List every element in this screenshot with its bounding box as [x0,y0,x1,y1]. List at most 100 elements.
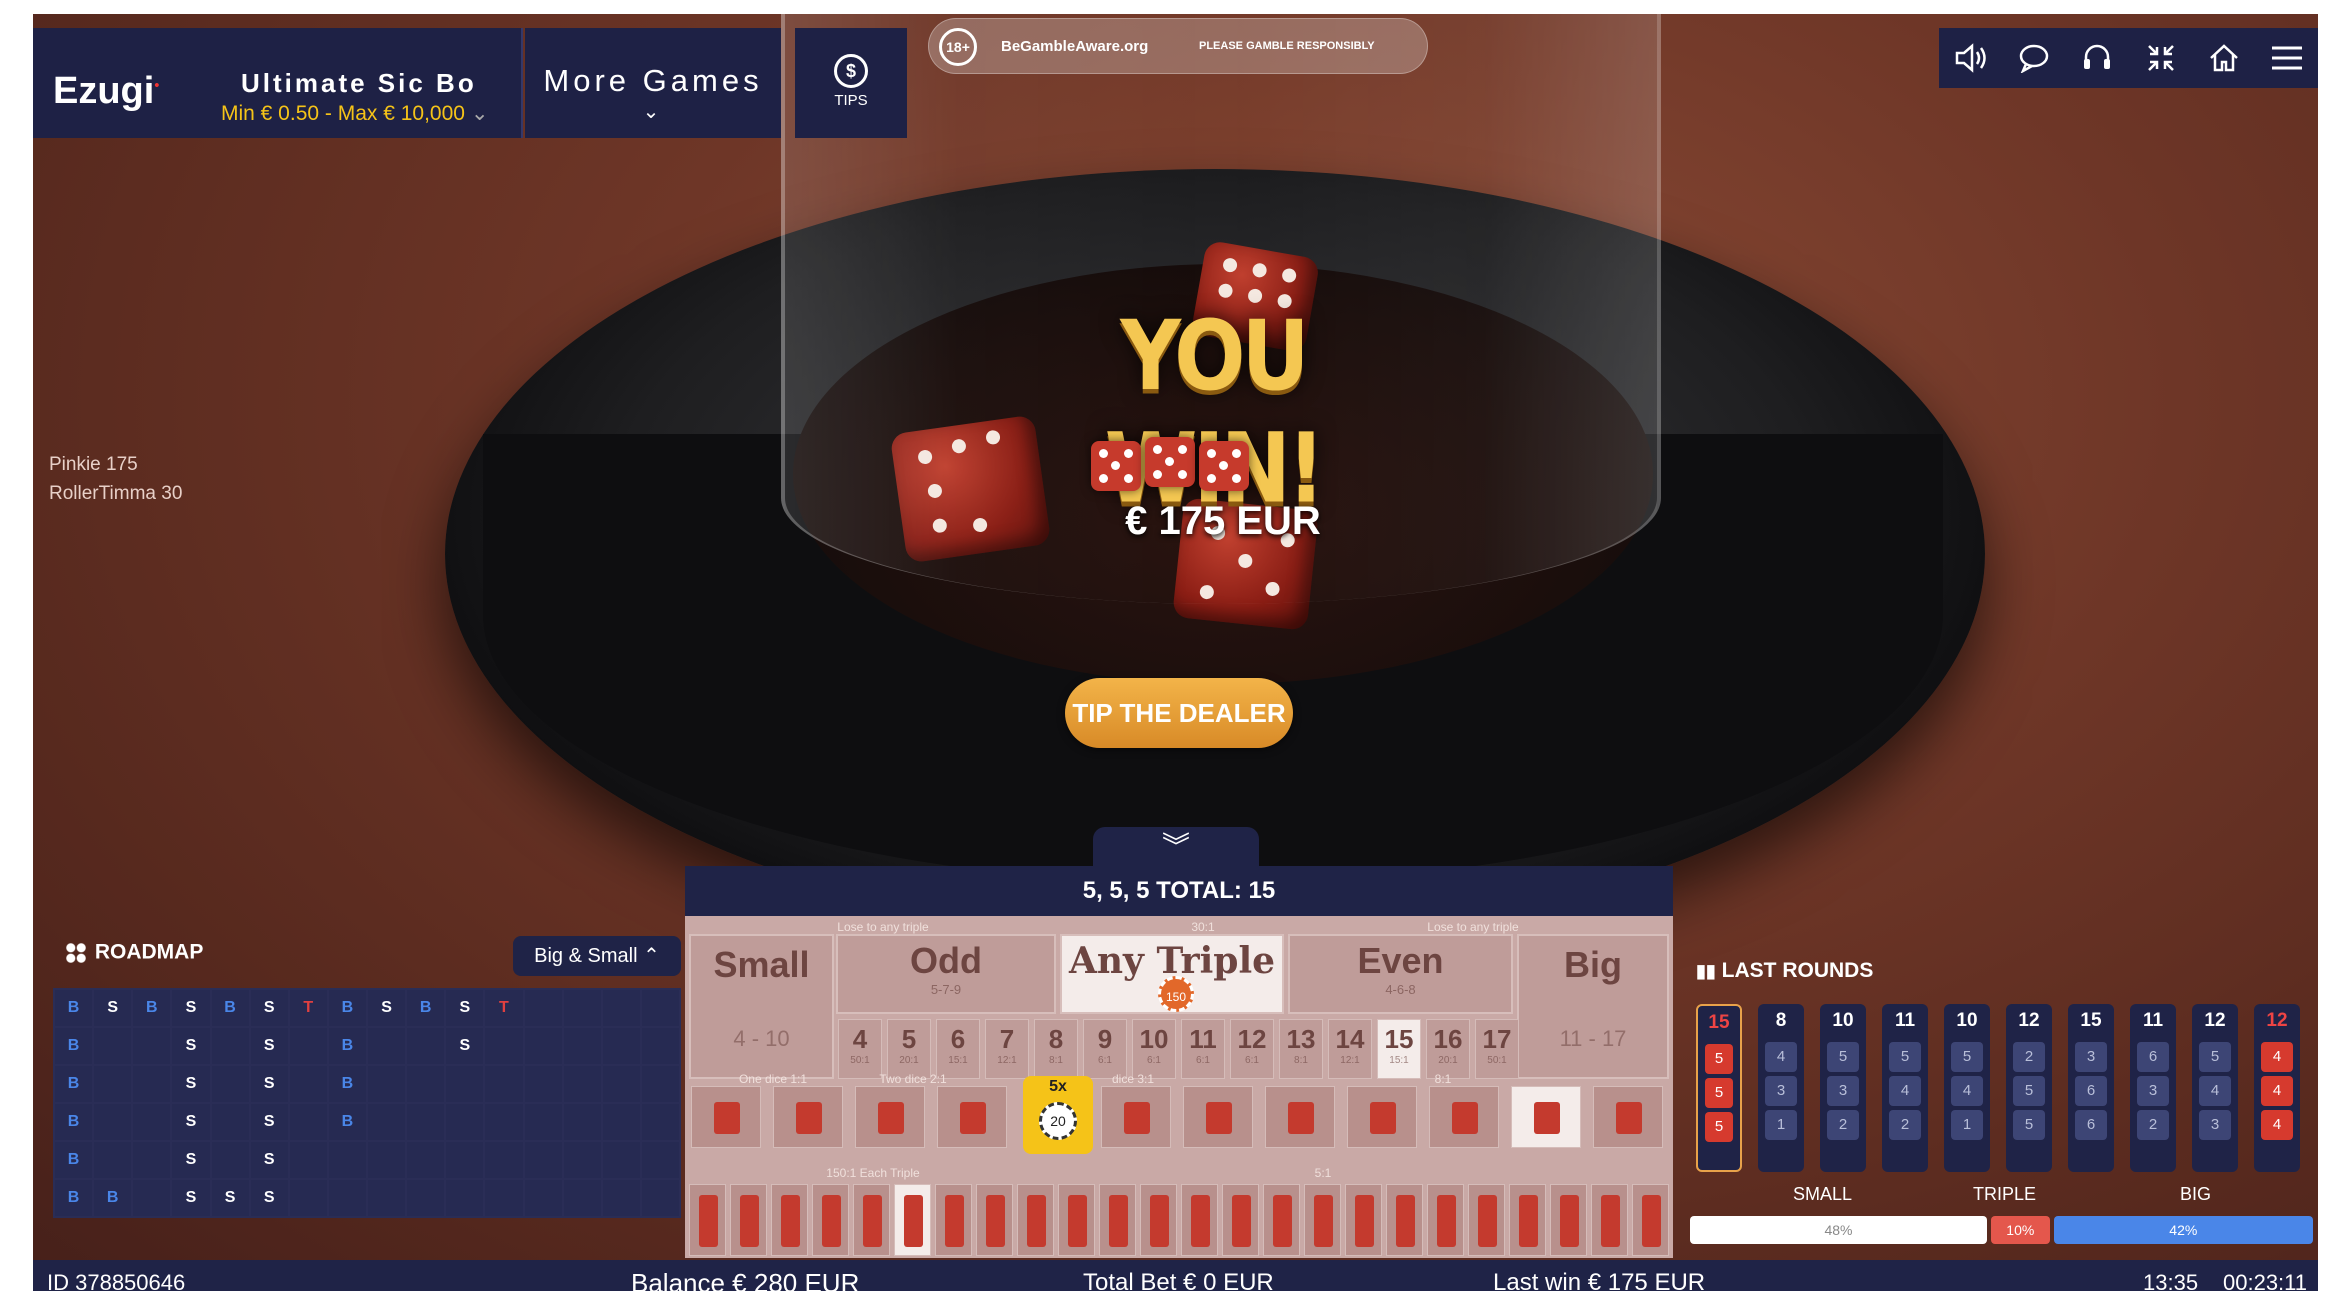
roadmap-cell: B [328,1028,366,1064]
round-total: 12 [2018,1010,2040,1031]
total-bet-8[interactable]: 8 8:1 [1034,1019,1078,1079]
total-payout: 12:1 [997,1055,1017,1066]
roadmap-cell [133,1028,171,1064]
small-range: 4 - 10 [733,1026,790,1051]
dice-face-bet[interactable] [1593,1086,1663,1148]
round-die: 6 [2075,1076,2107,1106]
dice-face-icon [960,1102,986,1134]
menu-icon[interactable] [2264,35,2310,81]
tip-the-dealer-button[interactable]: TIP THE DEALER [1065,678,1293,748]
total-bet-15[interactable]: 15 15:1 [1377,1019,1421,1079]
combination-bet[interactable] [1468,1184,1505,1256]
dice-face-bet[interactable] [1511,1086,1581,1148]
odd-bet[interactable]: Odd 5-7-9 [836,934,1056,1014]
roadmap-cell [485,1180,523,1216]
combination-bet[interactable] [1099,1184,1136,1256]
big-bet[interactable]: Big 11 - 17 [1517,934,1669,1079]
dice-face-bet[interactable] [1429,1086,1499,1148]
roadmap-cell: S [94,990,132,1026]
any-triple-bet[interactable]: Any Triple 150 [1060,934,1284,1014]
roadmap-cell: S [172,1066,210,1102]
combination-bet[interactable] [894,1184,931,1256]
combination-bet[interactable] [730,1184,767,1256]
dice-face-bet[interactable] [1347,1086,1417,1148]
combination-bet[interactable] [976,1184,1013,1256]
combination-bet[interactable] [1509,1184,1546,1256]
dice-face-bet[interactable] [855,1086,925,1148]
more-games-button[interactable]: More Games ⌄ [525,28,781,138]
combination-bet[interactable] [853,1184,890,1256]
combination-bet[interactable] [1263,1184,1300,1256]
combination-bet[interactable] [1632,1184,1669,1256]
dice-face-bet[interactable] [691,1086,761,1148]
combination-bet[interactable] [935,1184,972,1256]
combination-bet[interactable] [689,1184,726,1256]
domino-icon [1314,1195,1333,1247]
combination-bet[interactable] [1550,1184,1587,1256]
combination-bet[interactable] [812,1184,849,1256]
round-die: 4 [1889,1076,1921,1106]
roadmap-cell: B [55,1180,93,1216]
combination-bet[interactable] [1591,1184,1628,1256]
collapse-board-button[interactable]: ︾ [1093,827,1259,867]
roadmap-cell: B [407,990,445,1026]
combination-bet[interactable] [1304,1184,1341,1256]
sound-icon[interactable] [1948,35,1994,81]
chat-icon[interactable] [2011,35,2057,81]
total-number: 15 [1384,1024,1414,1054]
total-bet-11[interactable]: 11 6:1 [1181,1019,1225,1079]
combination-bet[interactable] [1222,1184,1259,1256]
total-bet-5[interactable]: 5 20:1 [887,1019,931,1079]
dice-face-bet[interactable] [773,1086,843,1148]
total-bet-14[interactable]: 14 12:1 [1328,1019,1372,1079]
total-bet-9[interactable]: 9 6:1 [1083,1019,1127,1079]
total-bet-4[interactable]: 4 50:1 [838,1019,882,1079]
combination-bet[interactable] [1427,1184,1464,1256]
combination-bet[interactable] [1058,1184,1095,1256]
roadmap-cell [407,1028,445,1064]
dice-face-bet[interactable] [937,1086,1007,1148]
combination-bet[interactable] [1345,1184,1382,1256]
total-bet-16[interactable]: 16 20:1 [1426,1019,1470,1079]
small-bet[interactable]: Small 4 - 10 [689,934,834,1079]
total-bet-12[interactable]: 12 6:1 [1230,1019,1274,1079]
domino-icon [822,1195,841,1247]
combination-bet[interactable] [1017,1184,1054,1256]
tips-button[interactable]: $ TIPS [795,28,907,138]
combination-bet[interactable] [1181,1184,1218,1256]
roadmap-cell [641,1104,679,1140]
table-limits[interactable]: Min € 0.50 - Max € 10,000 ⌄ [221,101,488,126]
home-icon[interactable] [2201,35,2247,81]
win-amount: € 175 EUR [1125,499,1321,543]
total-bet-7[interactable]: 7 12:1 [985,1019,1029,1079]
game-title: Ultimate Sic Bo [241,68,477,98]
roadmap-cell [563,1142,601,1178]
domino-icon [1027,1195,1046,1247]
combination-bet[interactable] [1386,1184,1423,1256]
roadmap-cell: B [328,1066,366,1102]
total-bet-17[interactable]: 17 50:1 [1475,1019,1519,1079]
game-info-panel[interactable]: Ezugi• Ultimate Sic Bo Min € 0.50 - Max … [33,28,523,138]
roadmap-cell [133,1142,171,1178]
collapse-icon[interactable] [2138,35,2184,81]
total-bet-6[interactable]: 6 15:1 [936,1019,980,1079]
roadmap-cell [446,1066,484,1102]
total-bet-10[interactable]: 10 6:1 [1132,1019,1176,1079]
headset-icon[interactable] [2074,35,2120,81]
dice-face-bet[interactable] [1183,1086,1253,1148]
round-die: 5 [1705,1078,1733,1108]
combination-bet[interactable] [771,1184,808,1256]
bar-chart-icon: ▮▮ [1696,961,1716,981]
even-bet[interactable]: Even 4-6-8 [1288,934,1513,1014]
dice-face-bet[interactable] [1265,1086,1335,1148]
roadmap-title: ROADMAP [63,940,203,966]
total-bet-13[interactable]: 13 8:1 [1279,1019,1323,1079]
more-games-label: More Games [543,63,763,98]
top-toolbar [1939,28,2318,88]
dice-face-bet[interactable] [1101,1086,1171,1148]
roadmap-toggle[interactable]: Big & Small ⌃ [513,936,681,976]
roadmap-cell: B [328,1104,366,1140]
big-note: Lose to any triple [1427,920,1519,934]
roadmap-cell: B [211,990,249,1026]
combination-bet[interactable] [1140,1184,1177,1256]
